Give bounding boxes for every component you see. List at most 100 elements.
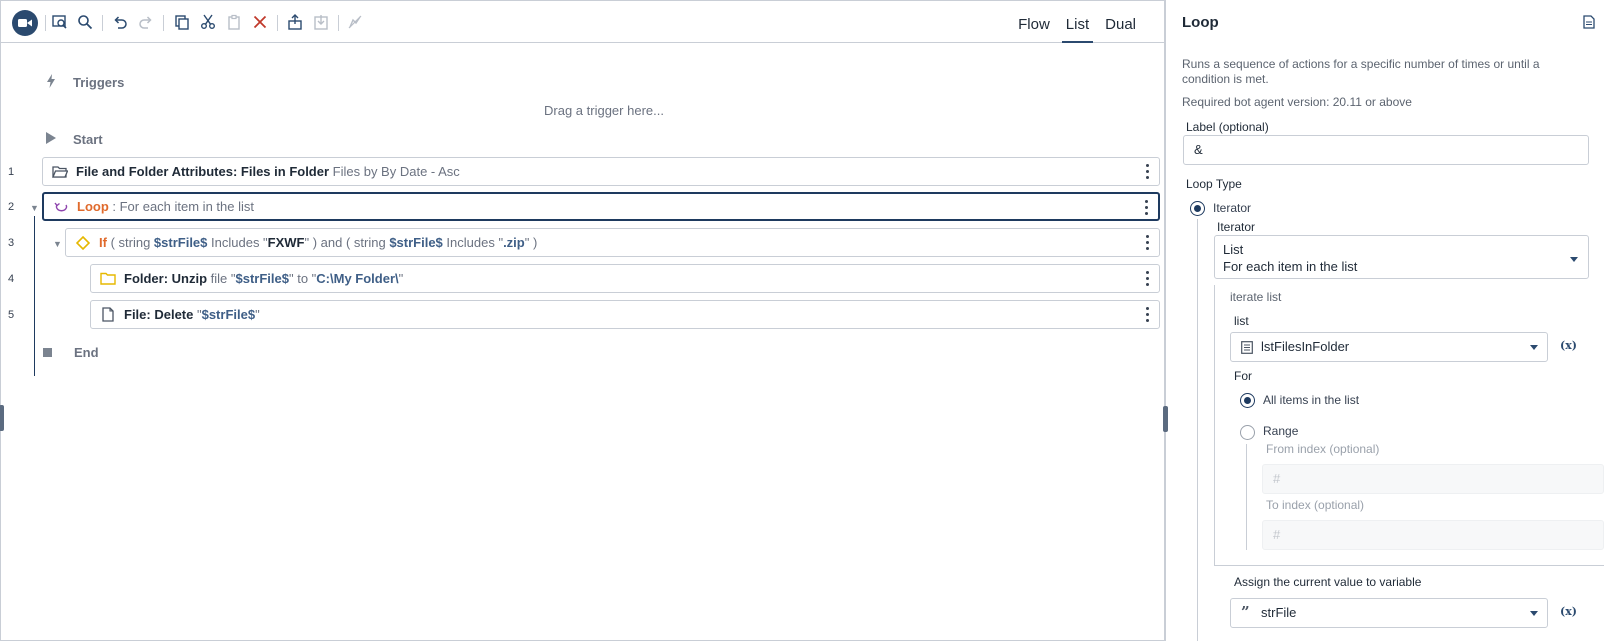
label-field-label: Label (optional) [1186,120,1269,134]
action-row-files-in-folder[interactable]: File and Folder Attributes: Files in Fol… [42,157,1160,186]
tab-flow[interactable]: Flow [1010,1,1058,43]
action-text-segment: Includes " [207,235,268,250]
label-input[interactable]: & [1183,135,1589,165]
action-text: If ( string $strFile$ Includes "FXWF" ) … [99,235,537,250]
properties-panel: Loop Runs a sequence of actions for a sp… [1168,0,1604,641]
line-number: 2 [8,201,15,213]
delete-icon [253,15,267,29]
more-options-icon[interactable] [1145,200,1149,215]
action-text-segment: " [255,307,260,322]
chevron-down-icon [1530,611,1538,616]
export-button[interactable] [286,13,304,31]
triggers-label: Triggers [73,75,125,90]
delete-button[interactable] [251,13,269,31]
from-index-input[interactable]: # [1262,464,1604,494]
for-label: For [1234,369,1252,383]
radio-iterator[interactable] [1190,201,1205,216]
action-text-segment: File and Folder Attributes: Files in Fol… [76,164,330,179]
action-row-loop[interactable]: Loop : For each item in the list [42,192,1160,221]
section-divider [1214,565,1604,566]
toolbar-separator [163,15,164,31]
radio-all-items-label: All items in the list [1263,393,1360,407]
insert-variable-icon[interactable]: (x) [1560,605,1577,618]
view-tabs: Flow List Dual [1010,1,1144,43]
list-variable-select[interactable]: lstFilesInFolder [1230,332,1548,362]
radio-range-label: Range [1263,424,1299,438]
list-label: list [1234,314,1249,328]
from-index-label: From index (optional) [1266,442,1380,456]
toolbar-separator [338,15,339,31]
loop-type-label: Loop Type [1186,177,1242,191]
action-text: Folder: Unzip file "$strFile$" to "C:\My… [124,271,403,286]
radio-all-items[interactable] [1240,393,1255,408]
paste-button[interactable] [225,13,243,31]
copy-button[interactable] [173,13,191,31]
action-text-segment: Folder: Unzip [124,271,208,286]
assign-variable-select[interactable]: ” strFile [1230,598,1548,628]
panel-title: Loop [1182,14,1219,31]
paste-icon [228,14,240,30]
end-label: End [74,345,99,360]
section-guide [1246,444,1247,550]
action-row-folder-unzip[interactable]: Folder: Unzip file "$strFile$" to "C:\My… [90,264,1160,293]
resize-handle-left[interactable] [0,405,4,431]
redo-button[interactable] [137,13,155,31]
action-text: File and Folder Attributes: Files in Fol… [76,164,460,179]
collapse-caret-icon[interactable]: ▼ [53,239,62,249]
to-index-input[interactable]: # [1262,520,1604,550]
find-icon [52,15,67,29]
start-label: Start [73,132,103,147]
more-options-icon[interactable] [1146,235,1150,250]
toolbar-separator [277,15,278,31]
export-icon [288,14,302,30]
cut-icon [201,14,215,29]
diamond-icon [75,235,91,251]
action-text-segment: FXWF [267,235,305,250]
more-options-icon[interactable] [1146,164,1150,179]
app-window: Flow List Dual Triggers Drag a trigger h… [0,0,1604,641]
assign-label: Assign the current value to variable [1234,575,1422,589]
task-editor: Flow List Dual Triggers Drag a trigger h… [0,0,1166,641]
iterator-select[interactable]: List For each item in the list [1214,235,1589,279]
cut-button[interactable] [199,13,217,31]
more-options-icon[interactable] [1146,271,1150,286]
help-document-icon[interactable] [1583,15,1595,29]
import-button[interactable] [312,13,330,31]
insert-variable-icon[interactable]: (x) [1560,339,1577,352]
tab-dual[interactable]: Dual [1097,1,1144,43]
list-icon [1241,341,1253,354]
redo-icon [139,16,152,29]
folder-open-icon [52,164,68,180]
stop-icon [43,348,52,357]
trigger-drop-zone[interactable]: Drag a trigger here... [1,103,1207,118]
action-text-segment: $strFile$ [389,235,443,250]
undo-button[interactable] [111,13,129,31]
action-text-segment: file " [207,271,236,286]
panel-description: Runs a sequence of actions for a specifi… [1182,57,1540,86]
iterator-select-subtitle: For each item in the list [1223,259,1358,274]
action-text-segment: " ) [524,235,538,250]
tab-list[interactable]: List [1058,1,1097,43]
disable-button[interactable] [346,13,364,31]
task-canvas: Triggers Drag a trigger here... Start 1 … [0,44,1164,640]
import-icon [314,15,328,30]
iterator-select-title: List [1223,242,1244,257]
more-options-icon[interactable] [1146,307,1150,322]
action-text-segment: If [99,235,107,250]
record-icon [18,19,32,27]
chevron-down-icon [1530,345,1538,350]
action-text-segment: Includes " [442,235,504,250]
toolbar-separator [45,15,46,31]
radio-range[interactable] [1240,425,1255,440]
action-row-if[interactable]: If ( string $strFile$ Includes "FXWF" ) … [65,228,1160,257]
play-icon [46,132,56,144]
radio-iterator-label: Iterator [1213,201,1252,215]
search-button[interactable] [76,13,94,31]
collapse-caret-icon[interactable]: ▼ [30,203,39,213]
to-index-label: To index (optional) [1266,498,1365,512]
find-button[interactable] [51,13,69,31]
action-row-file-delete[interactable]: File: Delete "$strFile$" [90,300,1160,329]
action-text-segment: .zip [503,235,525,250]
iterate-list-label: iterate list [1230,290,1282,304]
record-button[interactable] [12,10,38,36]
